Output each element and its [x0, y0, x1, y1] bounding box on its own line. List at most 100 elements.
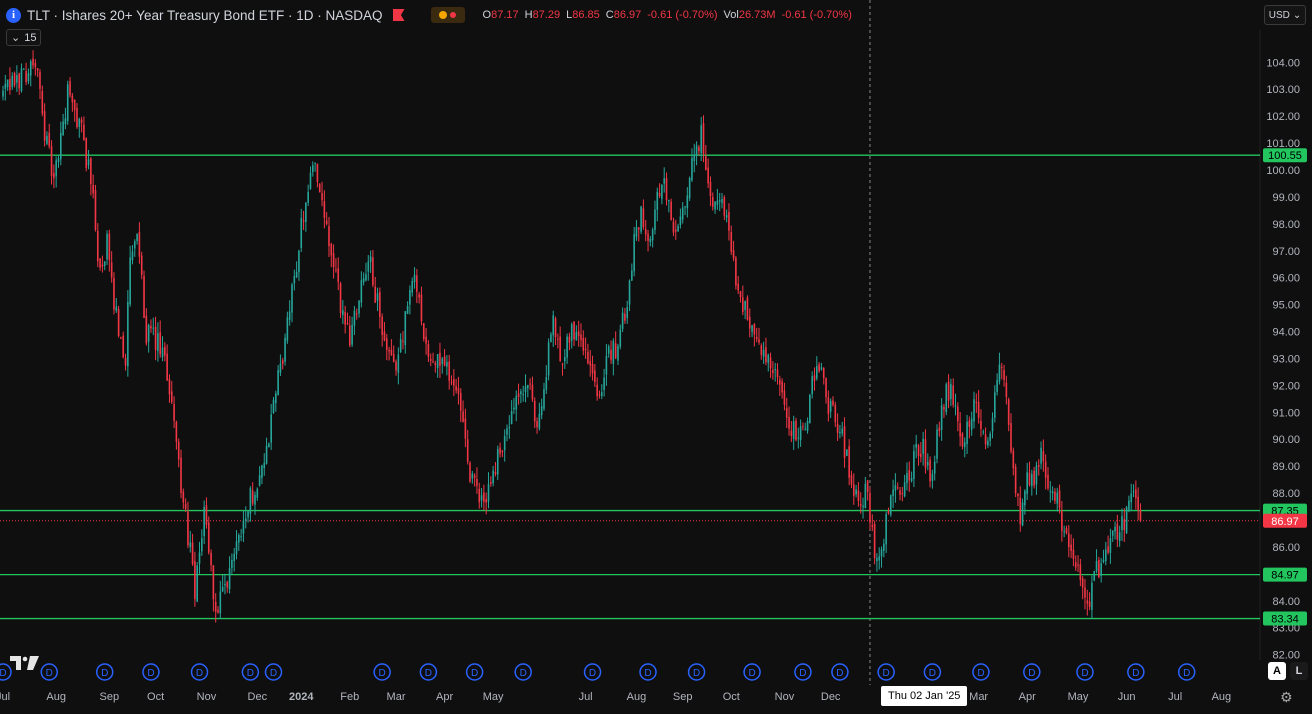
candle-body: [850, 475, 853, 485]
candle-body: [228, 568, 231, 590]
candle-body: [915, 443, 918, 448]
candle-body: [212, 565, 215, 600]
candle-body: [360, 280, 363, 303]
candle-body: [446, 361, 448, 367]
candle-body: [836, 423, 839, 433]
volume-value: 26.73M: [738, 9, 776, 21]
candle-body: [633, 234, 635, 272]
candle-body: [765, 347, 767, 363]
candle-body: [686, 195, 689, 209]
candle-body: [753, 324, 756, 335]
candle-body: [78, 118, 81, 127]
candle-body: [744, 300, 746, 310]
candle-body: [612, 340, 615, 364]
candle-body: [429, 358, 432, 361]
candle-body: [103, 261, 106, 266]
candle-body: [358, 300, 360, 314]
candle-body: [1116, 523, 1119, 540]
market-status-icon[interactable]: [430, 7, 465, 23]
candle-body: [1086, 600, 1089, 604]
candle-body: [977, 401, 980, 418]
candle-body: [365, 274, 367, 281]
candle-body: [247, 511, 249, 518]
candle-body: [520, 391, 522, 394]
ohlc-open-key: O: [482, 9, 492, 21]
candle-body: [829, 401, 832, 412]
candle-body: [526, 384, 529, 389]
candle-body: [251, 490, 254, 504]
candle-body: [785, 407, 788, 418]
candle-body: [258, 475, 261, 486]
x-tick-label: Jul: [579, 691, 593, 703]
candle-body: [892, 489, 894, 497]
candle-body: [570, 324, 573, 341]
candle-body: [318, 183, 321, 193]
candle-body: [917, 445, 920, 457]
dividend-marker-label: D: [1183, 668, 1190, 679]
gear-icon[interactable]: ⚙: [1280, 689, 1293, 706]
candle-body: [834, 404, 837, 423]
candle-body: [614, 343, 617, 359]
candle-body: [568, 336, 571, 343]
candle-body: [774, 368, 776, 371]
candle-body: [469, 462, 471, 482]
symbol-title[interactable]: TLT · Ishares 20+ Year Treasury Bond ETF…: [27, 8, 383, 23]
candle-body: [1128, 500, 1130, 510]
candle-body: [1118, 532, 1121, 541]
candle-body: [483, 492, 485, 502]
candle-body: [628, 280, 631, 305]
candle-body: [984, 434, 987, 445]
candle-body: [233, 553, 236, 561]
candle-body: [1132, 491, 1135, 493]
candle-body: [573, 321, 575, 340]
tradingview-logo-icon[interactable]: [10, 655, 40, 671]
currency-selector[interactable]: USD ⌄: [1264, 5, 1306, 25]
candle-body: [450, 381, 453, 383]
candle-body: [295, 271, 298, 278]
dividend-marker-label: D: [644, 668, 651, 679]
dividend-marker-label: D: [196, 668, 203, 679]
info-icon[interactable]: i: [6, 7, 21, 23]
log-scale-button[interactable]: L: [1290, 662, 1308, 680]
candle-body: [758, 339, 760, 343]
candle-body: [1042, 451, 1045, 462]
candle-body: [947, 381, 950, 401]
candle-body: [885, 514, 887, 545]
candle-body: [510, 411, 513, 424]
candle-body: [684, 206, 686, 208]
price-chart[interactable]: 82.0083.0084.0085.0086.0087.0088.0089.00…: [0, 0, 1312, 714]
candle-body: [138, 232, 141, 257]
candle-body: [577, 331, 580, 337]
candle-body: [332, 253, 335, 268]
candle-body: [76, 107, 78, 128]
candle-body: [994, 392, 996, 418]
candle-body: [980, 421, 982, 429]
y-tick-label: 84.00: [1272, 596, 1300, 608]
candle-body: [587, 351, 589, 364]
candle-body: [355, 313, 358, 315]
candle-body: [975, 401, 978, 403]
candle-body: [53, 172, 55, 179]
candle-body: [839, 432, 841, 434]
candle-body: [96, 230, 99, 262]
candle-body: [242, 520, 245, 534]
candle-body: [936, 429, 938, 459]
candle-body: [1056, 492, 1059, 504]
candle-body: [499, 447, 501, 454]
x-tick-label: Nov: [775, 691, 795, 703]
candle-body: [929, 459, 931, 482]
candle-body: [679, 216, 682, 225]
candle-body: [725, 215, 728, 218]
candle-body: [961, 433, 964, 447]
candle-body: [515, 395, 518, 410]
candle-body: [367, 261, 370, 272]
candle-body: [739, 291, 742, 298]
candle-body: [231, 560, 233, 569]
flag-icon[interactable]: [392, 9, 405, 21]
indicator-toggle[interactable]: ⌄ 15: [6, 29, 42, 46]
candle-body: [910, 478, 913, 481]
candle-body: [896, 487, 899, 489]
ohlc-low-value: 86.85: [572, 9, 600, 21]
y-tick-label: 96.00: [1272, 273, 1300, 285]
auto-scale-button[interactable]: A: [1268, 662, 1286, 680]
